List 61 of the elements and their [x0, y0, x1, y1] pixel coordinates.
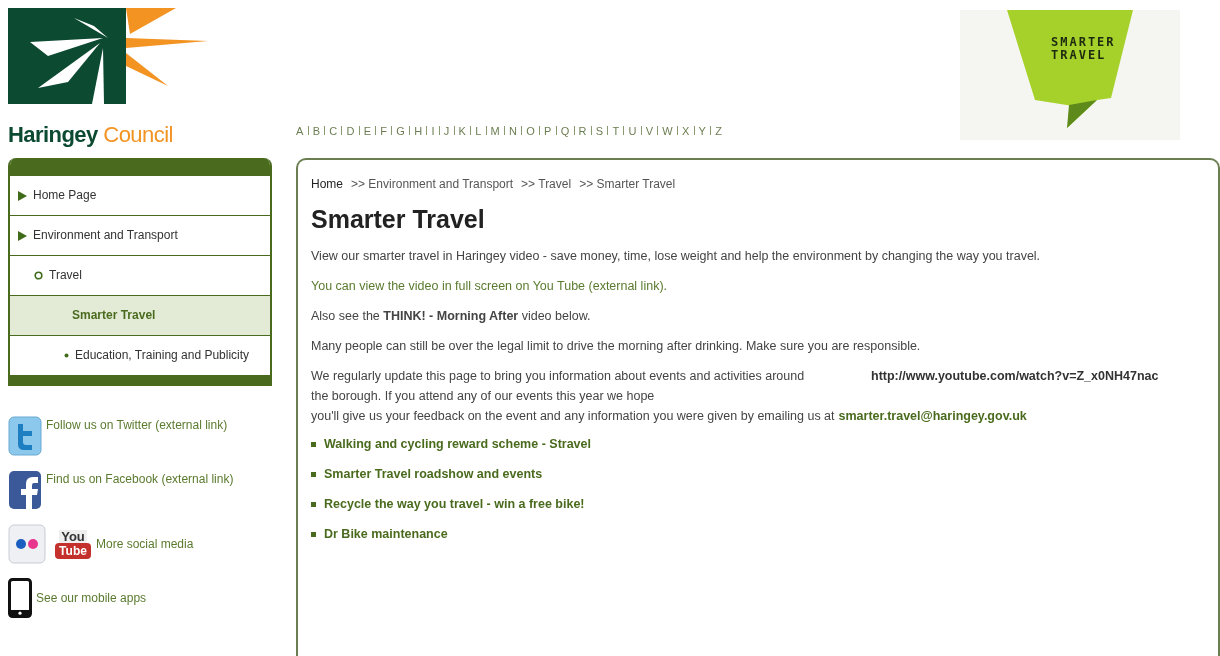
circle-icon	[34, 271, 43, 280]
list-link[interactable]: Walking and cycling reward scheme - Stravel	[324, 434, 591, 454]
social-link[interactable]: More social media	[96, 534, 296, 554]
letter-link[interactable]: M	[490, 122, 501, 139]
letter-link[interactable]: N	[509, 122, 518, 139]
letter-link[interactable]: L	[475, 122, 482, 139]
letter-link[interactable]: E	[363, 122, 372, 139]
square-bullet-icon	[311, 531, 316, 537]
social-link[interactable]: Find us on Facebook (external link)	[46, 469, 246, 489]
video-link[interactable]: You can view the video in full screen on You Tube (external link).	[311, 276, 1171, 296]
letter-link[interactable]: V	[645, 122, 654, 139]
letter-link[interactable]: X	[681, 122, 690, 139]
paragraph: Many people can still be over the legal limit to drive the morning after drinking. Make sure you are responsible.	[311, 338, 922, 355]
letter-link[interactable]: R	[578, 122, 587, 139]
list-link[interactable]: Recycle the way you travel - win a free bike!	[324, 494, 585, 514]
paragraph: Also see the THINK! - Morning After video below.	[311, 308, 592, 325]
email-link[interactable]: smarter.travel@haringey.gov.uk	[838, 406, 1027, 426]
nav-item[interactable]: Smarter Travel	[10, 296, 270, 336]
letter-link[interactable]: Q	[560, 122, 570, 139]
social-link[interactable]: Follow us on Twitter (external link)	[46, 415, 246, 435]
facebook-icon	[8, 470, 42, 510]
square-bullet-icon	[311, 471, 316, 477]
page-title: Smarter Travel	[311, 204, 486, 234]
breadcrumb-link[interactable]: >> Environment and Transport	[351, 174, 514, 194]
square-bullet-icon	[311, 441, 316, 447]
letter-link[interactable]: U	[628, 122, 637, 139]
letter-link[interactable]: D	[346, 122, 355, 139]
letter-link[interactable]: K	[458, 122, 467, 139]
social-link[interactable]: See our mobile apps	[36, 588, 236, 608]
letter-link[interactable]: P	[544, 122, 552, 139]
paragraph: View our smarter travel in Haringey video - save money, time, lose weight and help the environment by changing the way you travel.	[311, 248, 1042, 265]
letter-link[interactable]: Z	[715, 122, 723, 139]
paragraph: you'll give us your feedback on the event and any information you were given by emailing us at	[311, 408, 835, 425]
letter-link[interactable]: G	[396, 122, 406, 139]
breadcrumb-link[interactable]: >> Smarter Travel	[579, 174, 676, 194]
council-name: Haringey Council	[8, 122, 174, 148]
banner-text: TRAVEL	[1051, 49, 1108, 62]
triangle-icon	[18, 230, 27, 241]
letter-link[interactable]: O	[526, 122, 536, 139]
letter-link[interactable]: H	[414, 122, 423, 139]
banner-text: SMARTER	[1051, 36, 1116, 49]
letter-link[interactable]: B	[312, 122, 321, 139]
letter-link[interactable]: T	[612, 122, 620, 139]
letter-link[interactable]: Y	[698, 122, 707, 139]
letter-link[interactable]: J	[443, 122, 450, 139]
letter-link[interactable]: C	[329, 122, 338, 139]
phone-icon	[8, 578, 32, 618]
letter-link[interactable]: W	[662, 122, 673, 139]
letter-link[interactable]: F	[380, 122, 388, 139]
list-link[interactable]: Dr Bike maintenance	[324, 524, 448, 544]
triangle-icon	[18, 190, 27, 201]
letter-link[interactable]: I	[431, 122, 435, 139]
letter-link[interactable]: S	[595, 122, 604, 139]
square-bullet-icon	[311, 501, 316, 507]
two-dots-icon	[8, 524, 46, 564]
letter-link[interactable]: A	[296, 122, 304, 139]
breadcrumb-link[interactable]: Home	[311, 174, 343, 194]
video-url-link[interactable]: http://www.youtube.com/watch?v=Z_x0NH47nac	[871, 366, 1159, 406]
bullet-icon	[64, 353, 69, 358]
list-link[interactable]: Smarter Travel roadshow and events	[324, 464, 543, 484]
breadcrumb-link[interactable]: >> Travel	[521, 174, 572, 194]
